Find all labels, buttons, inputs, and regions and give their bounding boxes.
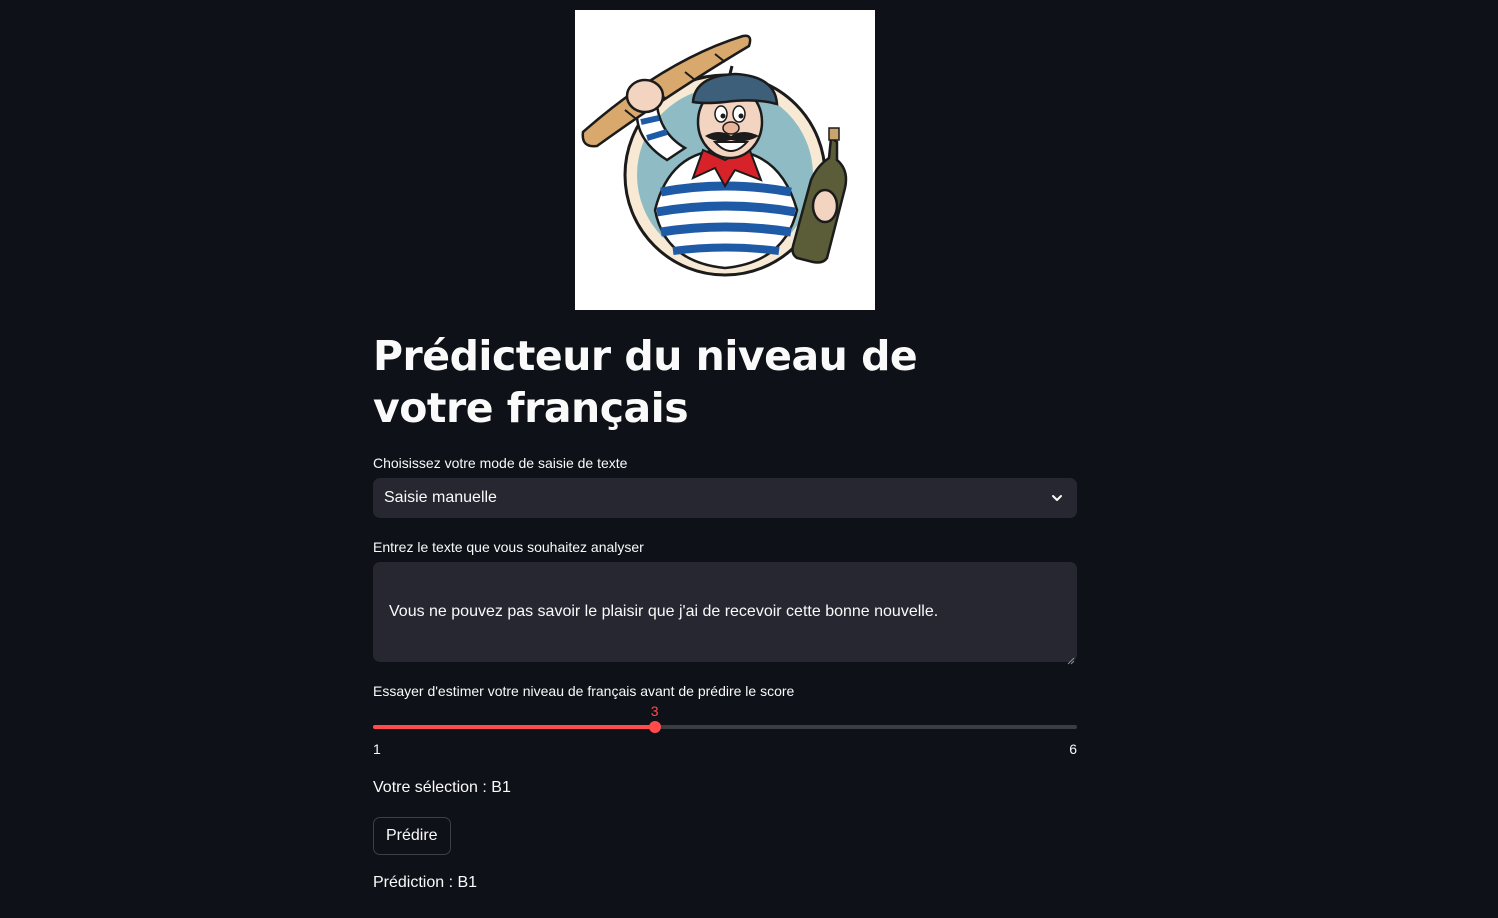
chevron-down-icon[interactable] xyxy=(1049,490,1065,506)
level-slider[interactable]: 3 1 6 xyxy=(373,703,1077,766)
predict-button[interactable]: Prédire xyxy=(373,817,451,855)
slider-max-label: 6 xyxy=(1069,741,1077,757)
slider-min-label: 1 xyxy=(373,741,381,757)
prediction-result: Prédiction : B1 xyxy=(373,874,478,891)
input-mode-label: Choisissez votre mode de saisie de texte xyxy=(373,455,628,471)
hero-illustration xyxy=(575,10,875,310)
app-page: Prédicteur du niveau de votre français C… xyxy=(0,0,1498,918)
slider-fill xyxy=(373,725,655,729)
slider-thumb[interactable] xyxy=(648,721,661,733)
input-mode-selected-value: Saisie manuelle xyxy=(384,489,497,506)
input-mode-select[interactable]: Saisie manuelle xyxy=(373,478,1077,518)
level-slider-label: Essayer d'estimer votre niveau de frança… xyxy=(373,683,795,699)
resize-handle-icon[interactable] xyxy=(1067,652,1075,665)
page-title: Prédicteur du niveau de votre français xyxy=(373,332,918,432)
text-input-value: Vous ne pouvez pas savoir le plaisir que… xyxy=(389,603,939,620)
main-content: Prédicteur du niveau de votre français C… xyxy=(373,330,1077,891)
slider-current-value: 3 xyxy=(650,703,659,719)
french-man-icon xyxy=(581,34,848,277)
text-input-label: Entrez le texte que vous souhaitez analy… xyxy=(373,539,644,555)
text-input-area[interactable]: Vous ne pouvez pas savoir le plaisir que… xyxy=(373,562,1077,665)
selection-text: Votre sélection : B1 xyxy=(373,779,511,796)
